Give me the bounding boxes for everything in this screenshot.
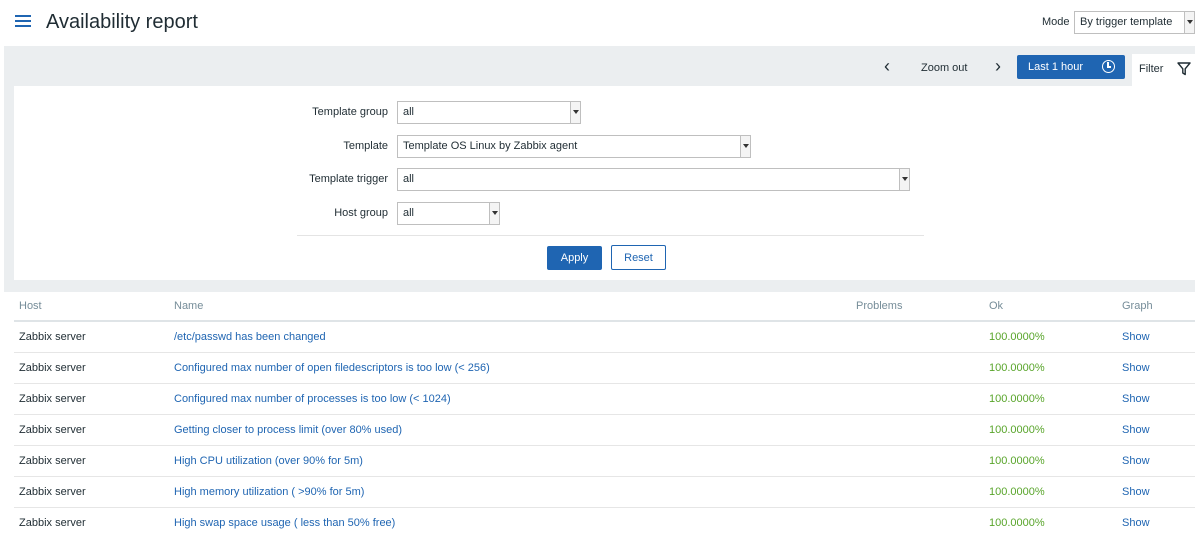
row-ok-value: 100.0000% <box>989 486 1045 498</box>
filter-row-host-group: Host group all <box>14 202 1195 226</box>
row-trigger-link[interactable]: Configured max number of open filedescri… <box>174 362 490 374</box>
chevron-down-icon <box>899 169 909 190</box>
column-name: Name <box>174 300 204 312</box>
table-row: Zabbix server Getting closer to process … <box>14 415 1195 446</box>
row-ok-value: 100.0000% <box>989 393 1045 405</box>
filter-row-template: Template Template OS Linux by Zabbix age… <box>14 135 1195 159</box>
template-trigger-label: Template trigger <box>309 173 388 185</box>
row-trigger-link[interactable]: /etc/passwd has been changed <box>174 331 326 343</box>
filter-row-template-group: Template group all <box>14 101 1195 125</box>
clock-icon <box>1102 60 1115 73</box>
column-graph: Graph <box>1122 300 1153 312</box>
row-trigger-link[interactable]: Configured max number of processes is to… <box>174 393 451 405</box>
mode-select-value: By trigger template <box>1080 16 1173 28</box>
row-host: Zabbix server <box>19 424 86 436</box>
row-ok-value: 100.0000% <box>989 517 1045 529</box>
row-show-graph-link[interactable]: Show <box>1122 455 1150 467</box>
row-ok-value: 100.0000% <box>989 362 1045 374</box>
availability-table: Host Name Problems Ok Graph Zabbix serve… <box>14 292 1195 534</box>
mode-select[interactable]: By trigger template <box>1074 11 1195 34</box>
column-host: Host <box>19 300 42 312</box>
time-toolbar: ‹ Zoom out › Last 1 hour Filter <box>4 46 1195 86</box>
chevron-right-icon[interactable]: › <box>995 56 1001 77</box>
template-trigger-value: all <box>403 173 415 185</box>
table-row: Zabbix server High CPU utilization (over… <box>14 446 1195 477</box>
mode-label: Mode <box>1042 16 1070 28</box>
time-range-button[interactable]: Last 1 hour <box>1017 55 1125 79</box>
row-trigger-link[interactable]: High swap space usage ( less than 50% fr… <box>174 517 395 529</box>
template-trigger-select[interactable]: all <box>397 168 910 191</box>
chevron-left-icon[interactable]: ‹ <box>884 56 890 77</box>
row-show-graph-link[interactable]: Show <box>1122 331 1150 343</box>
template-label: Template <box>343 140 388 152</box>
row-host: Zabbix server <box>19 517 86 529</box>
filter-icon <box>1177 62 1191 76</box>
row-show-graph-link[interactable]: Show <box>1122 362 1150 374</box>
apply-button[interactable]: Apply <box>547 246 602 270</box>
row-ok-value: 100.0000% <box>989 331 1045 343</box>
column-ok: Ok <box>989 300 1004 312</box>
row-host: Zabbix server <box>19 362 86 374</box>
row-show-graph-link[interactable]: Show <box>1122 486 1150 498</box>
chevron-down-icon <box>570 102 580 123</box>
page-title: Availability report <box>46 11 198 33</box>
table-row: Zabbix server High swap space usage ( le… <box>14 508 1195 534</box>
filter-divider <box>297 235 924 236</box>
row-trigger-link[interactable]: High memory utilization ( >90% for 5m) <box>174 486 364 498</box>
row-show-graph-link[interactable]: Show <box>1122 517 1150 529</box>
column-problems: Problems <box>856 300 903 312</box>
menu-icon[interactable] <box>15 15 31 29</box>
zoom-out-button[interactable]: Zoom out <box>921 62 967 74</box>
template-select[interactable]: Template OS Linux by Zabbix agent <box>397 135 751 158</box>
template-group-label: Template group <box>312 106 388 118</box>
filter-tab[interactable]: Filter <box>1132 54 1195 86</box>
row-ok-value: 100.0000% <box>989 455 1045 467</box>
template-group-select[interactable]: all <box>397 101 581 124</box>
table-row: Zabbix server /etc/passwd has been chang… <box>14 322 1195 353</box>
filter-area: ‹ Zoom out › Last 1 hour Filter Template… <box>4 46 1195 292</box>
row-trigger-link[interactable]: Getting closer to process limit (over 80… <box>174 424 402 436</box>
row-trigger-link[interactable]: High CPU utilization (over 90% for 5m) <box>174 455 363 467</box>
time-range-label: Last 1 hour <box>1028 61 1084 73</box>
filter-tab-label: Filter <box>1139 63 1164 75</box>
row-host: Zabbix server <box>19 486 86 498</box>
reset-button[interactable]: Reset <box>611 245 666 270</box>
filter-panel: Template group all Template Template OS … <box>14 86 1195 280</box>
page-header: Availability report Mode By trigger temp… <box>0 0 1195 46</box>
row-ok-value: 100.0000% <box>989 424 1045 436</box>
chevron-down-icon <box>489 203 499 224</box>
row-host: Zabbix server <box>19 393 86 405</box>
host-group-value: all <box>403 207 415 219</box>
filter-row-template-trigger: Template trigger all <box>14 168 1195 192</box>
host-group-select[interactable]: all <box>397 202 500 225</box>
chevron-down-icon <box>1184 12 1194 33</box>
table-row: Zabbix server Configured max number of o… <box>14 353 1195 384</box>
host-group-label: Host group <box>334 207 388 219</box>
row-host: Zabbix server <box>19 455 86 467</box>
table-row: Zabbix server High memory utilization ( … <box>14 477 1195 508</box>
chevron-down-icon <box>740 136 750 157</box>
row-show-graph-link[interactable]: Show <box>1122 393 1150 405</box>
template-group-value: all <box>403 106 415 118</box>
table-row: Zabbix server Configured max number of p… <box>14 384 1195 415</box>
table-header: Host Name Problems Ok Graph <box>14 292 1195 322</box>
row-show-graph-link[interactable]: Show <box>1122 424 1150 436</box>
template-value: Template OS Linux by Zabbix agent <box>403 140 578 152</box>
row-host: Zabbix server <box>19 331 86 343</box>
